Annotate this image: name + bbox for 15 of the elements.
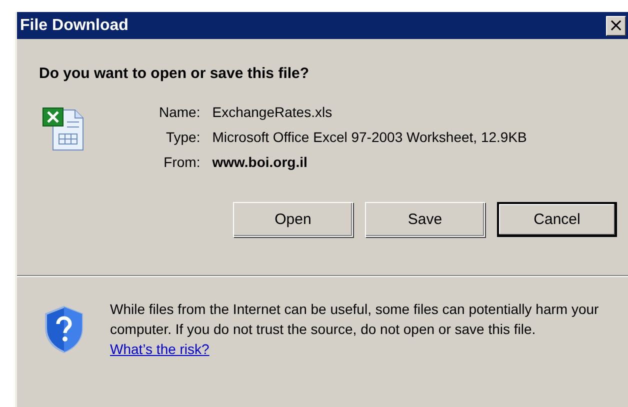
dialog-button[interactable]: Cancel [497,202,617,237]
shield-question-icon [42,305,86,353]
dialog-button[interactable]: Open [233,202,353,237]
warning-text: While files from the Internet can be useful, some files can potentially harm your computer. If you do not trust the source, do not open or save this file. What’s the risk? [110,300,600,359]
field-value: ExchangeRates.xls [212,104,334,120]
field-value: Microsoft Office Excel 97-2003 Worksheet, 12.9KB [212,129,527,145]
risk-link[interactable]: What’s the risk? [110,341,210,357]
dialog-button[interactable]: Save [365,202,485,237]
field-label: Name: [159,104,200,120]
field-label: Type: [164,129,200,145]
field-value: www.boi.org.il [212,154,308,170]
dialog-heading: Do you want to open or save this file? [39,65,310,82]
close-button[interactable]: × [606,16,626,36]
field-label: From: [162,154,200,170]
window-title: File Download [20,16,128,34]
